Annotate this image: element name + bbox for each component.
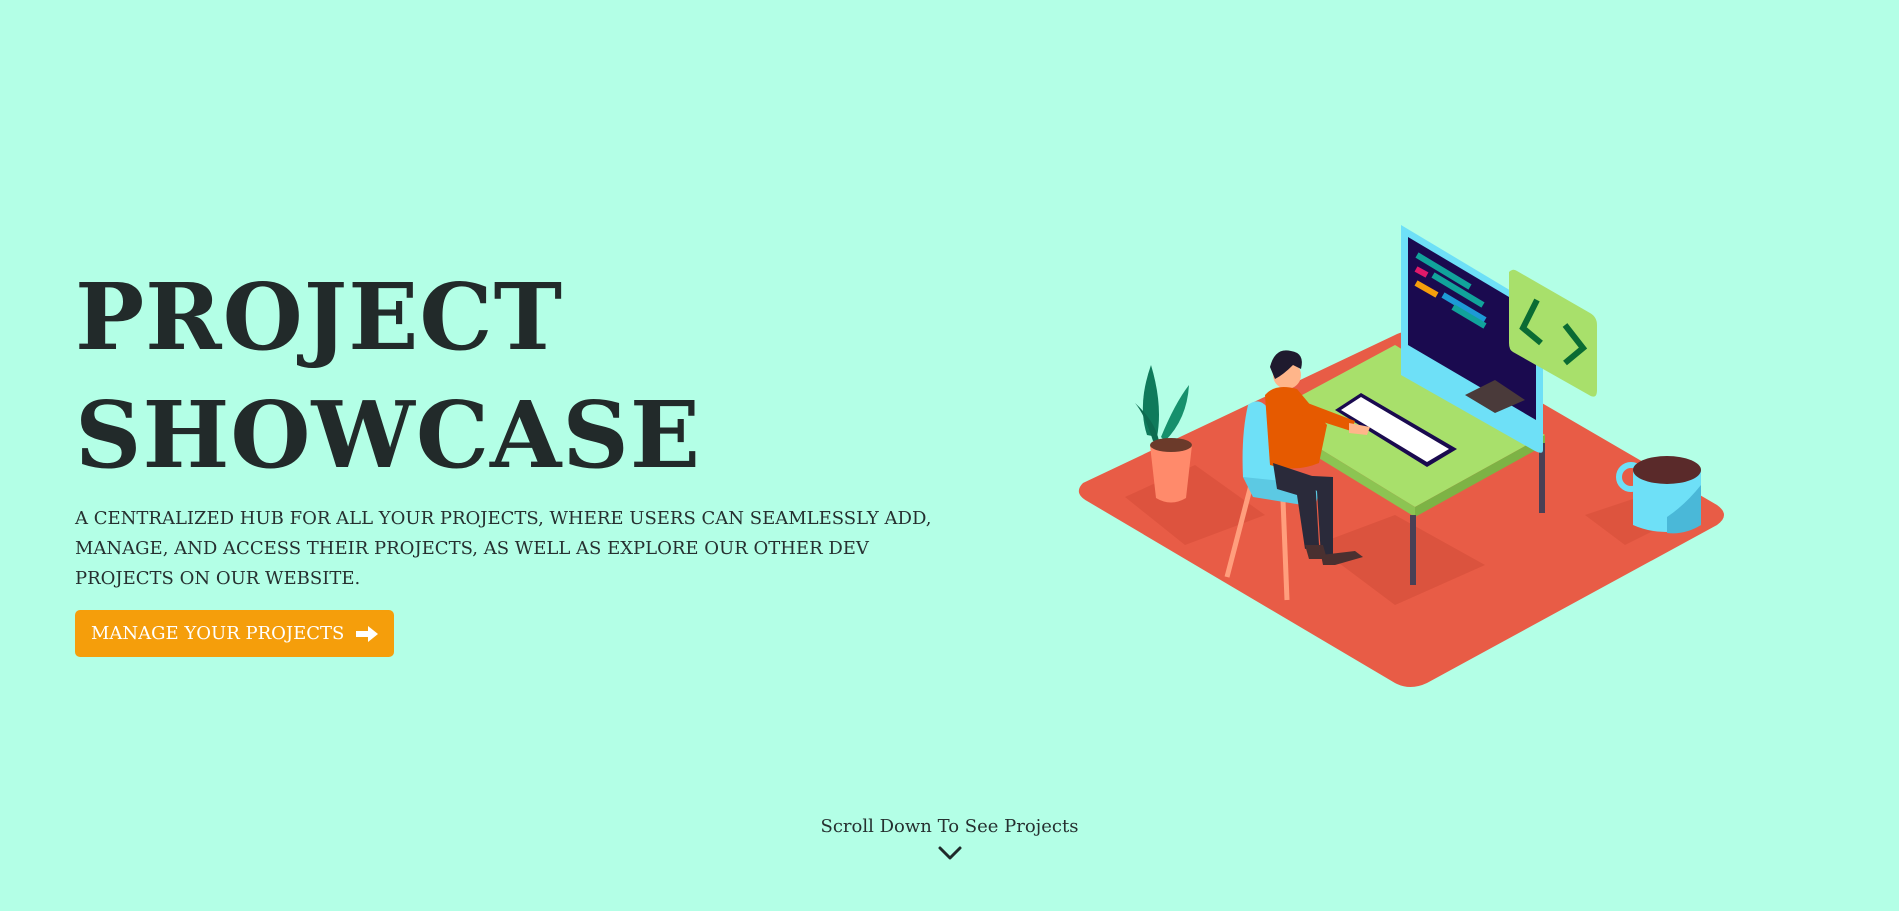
chevron-down-icon[interactable]	[937, 844, 963, 862]
page-title-line-2: SHOWCASE	[75, 381, 701, 489]
arrow-right-icon	[356, 625, 379, 642]
manage-projects-button[interactable]: MANAGE YOUR PROJECTS	[75, 610, 395, 657]
hero-text-block: PROJECT SHOWCASE A CENTRALIZED HUB FOR A…	[75, 258, 945, 657]
scroll-hint: Scroll Down To See Projects	[0, 814, 1899, 866]
scroll-hint-label: Scroll Down To See Projects	[820, 816, 1079, 837]
page-title-line-1: PROJECT	[75, 263, 564, 371]
page-title: PROJECT SHOWCASE	[75, 258, 945, 494]
hero-section: PROJECT SHOWCASE A CENTRALIZED HUB FOR A…	[0, 0, 1899, 911]
developer-at-desk-illustration	[1078, 225, 1724, 687]
hero-description: A CENTRALIZED HUB FOR ALL YOUR PROJECTS,…	[75, 508, 932, 589]
manage-projects-button-label: MANAGE YOUR PROJECTS	[91, 623, 345, 644]
